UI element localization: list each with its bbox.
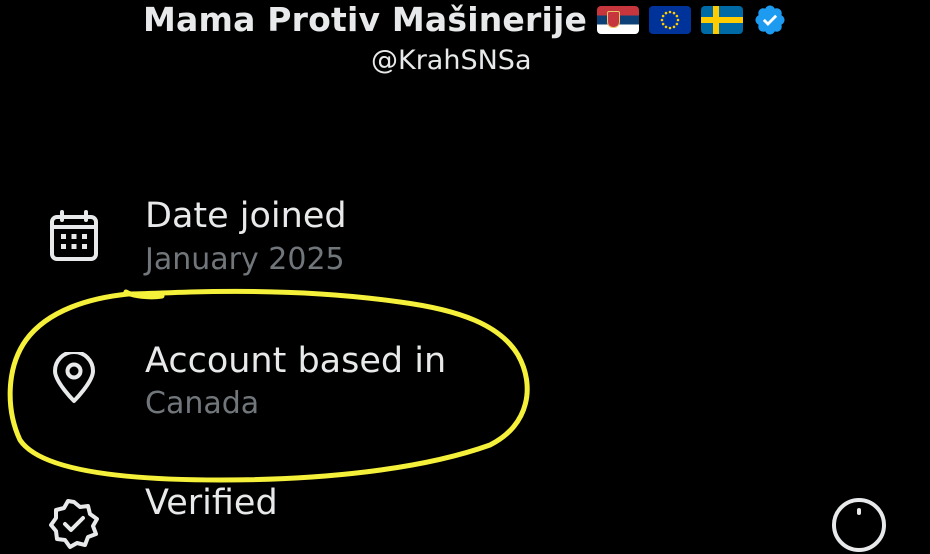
info-circle-icon[interactable] (830, 496, 888, 554)
highlight-annotation-ring (7, 288, 530, 483)
date-joined-title: Date joined (145, 196, 347, 236)
verified-badge-icon (755, 5, 785, 35)
calendar-icon (50, 210, 98, 261)
verified-badge-icon (49, 499, 99, 549)
date-joined-value: January 2025 (145, 242, 345, 277)
sweden-flag-icon (701, 6, 744, 34)
profile-handle: @KrahSNSa (371, 45, 532, 76)
profile-name-row: Mama Protiv Mašinerije (143, 0, 787, 40)
serbia-flag-icon (597, 6, 640, 34)
display-name: Mama Protiv Mašinerije (143, 0, 588, 39)
eu-flag-icon (649, 6, 692, 34)
